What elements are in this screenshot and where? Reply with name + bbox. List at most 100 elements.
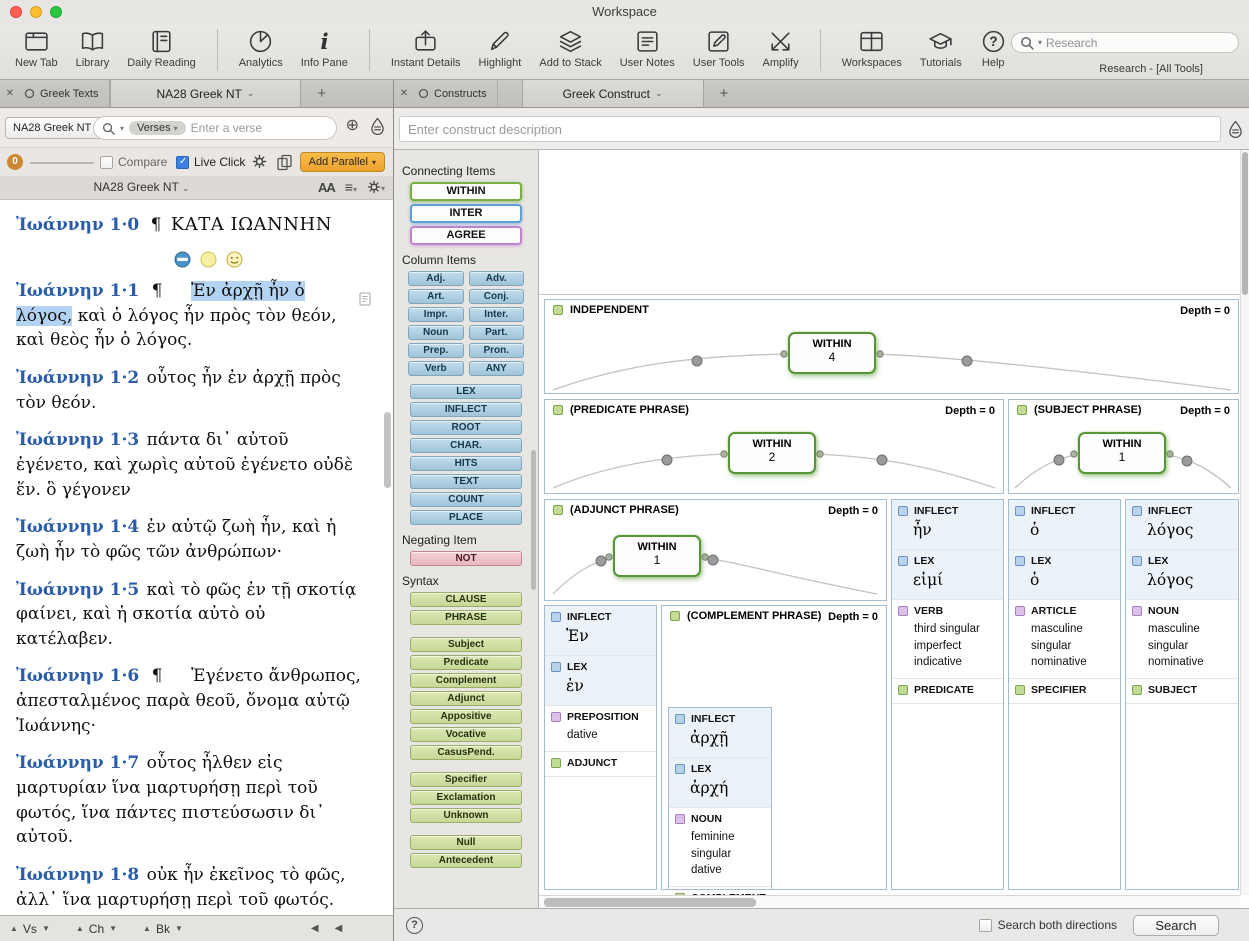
user-tools-button[interactable]: User Tools bbox=[684, 24, 754, 69]
pos-item-button[interactable]: ANY bbox=[469, 361, 525, 376]
pos-item-button[interactable]: Conj. bbox=[469, 289, 525, 304]
add-to-stack-button[interactable]: Add to Stack bbox=[530, 24, 610, 69]
pos-item-button[interactable]: Part. bbox=[469, 325, 525, 340]
add-tab-icon[interactable]: + bbox=[720, 85, 729, 102]
help-circle-icon[interactable]: ? bbox=[406, 917, 423, 934]
syntax-item-button[interactable]: Subject bbox=[410, 637, 522, 652]
canvas-vertical-scrollbar[interactable] bbox=[1240, 150, 1249, 895]
instant-details-button[interactable]: Instant Details bbox=[382, 24, 470, 69]
research-input[interactable] bbox=[1046, 36, 1230, 50]
within-item-button[interactable]: WITHIN bbox=[410, 182, 522, 201]
live-click-checkbox[interactable] bbox=[176, 156, 189, 169]
function-cell[interactable]: PREDICATE bbox=[892, 679, 1003, 704]
cross-reference-icon[interactable] bbox=[359, 292, 371, 306]
close-icon[interactable]: ✕ bbox=[394, 80, 414, 107]
search-both-directions-checkbox[interactable] bbox=[979, 919, 992, 932]
syntax-item-button[interactable]: Complement bbox=[410, 673, 522, 688]
highlight-button[interactable]: Highlight bbox=[470, 24, 531, 69]
pos-item-button[interactable]: Noun bbox=[408, 325, 464, 340]
adjunct-phrase-panel[interactable]: (ADJUNCT PHRASE) Depth = 0 WITHIN 1 bbox=[544, 499, 887, 601]
pos-cell[interactable]: ARTICLE masculine singular nominative bbox=[1009, 600, 1120, 679]
font-size-button[interactable]: AA bbox=[318, 180, 335, 195]
within-connector[interactable]: WITHIN 4 bbox=[788, 332, 876, 374]
function-cell[interactable]: SPECIFIER bbox=[1009, 679, 1120, 704]
syntax-item-button[interactable]: CLAUSE bbox=[410, 592, 522, 607]
syntax-item-button[interactable]: Exclamation bbox=[410, 790, 522, 805]
tab-na28-greek-nt[interactable]: NA28 Greek NT ⌄ bbox=[110, 80, 302, 107]
inflect-cell[interactable]: INFLECT λόγος bbox=[1126, 500, 1238, 550]
scrollbar-thumb[interactable] bbox=[1242, 152, 1248, 295]
tab-greek-construct[interactable]: Greek Construct ⌄ bbox=[522, 80, 704, 107]
pane-settings-button[interactable]: ▾ bbox=[367, 180, 385, 195]
subject-phrase-panel[interactable]: (SUBJECT PHRASE) Depth = 0 WITHIN 1 bbox=[1008, 399, 1239, 494]
inflect-cell[interactable]: INFLECT ἀρχῇ bbox=[669, 708, 771, 758]
verse-input[interactable] bbox=[191, 121, 328, 135]
pos-item-button[interactable]: Pron. bbox=[469, 343, 525, 358]
function-cell[interactable]: ADJUNCT bbox=[545, 752, 656, 777]
canvas-horizontal-scrollbar[interactable] bbox=[539, 895, 1240, 908]
user-notes-button[interactable]: User Notes bbox=[611, 24, 684, 69]
add-parallel-button[interactable]: Add Parallel ▾ bbox=[300, 152, 385, 172]
info-pane-button[interactable]: i Info Pane bbox=[292, 24, 357, 69]
independent-clause-panel[interactable]: INDEPENDENT Depth = 0 WITHIN 4 bbox=[544, 299, 1239, 394]
search-history-icon[interactable] bbox=[370, 117, 385, 135]
library-button[interactable]: Library bbox=[67, 24, 119, 69]
syntax-item-button[interactable]: Adjunct bbox=[410, 691, 522, 706]
pos-item-button[interactable]: Art. bbox=[408, 289, 464, 304]
lex-cell[interactable]: LEX εἰμί bbox=[892, 550, 1003, 600]
construct-description-input[interactable] bbox=[399, 116, 1221, 142]
palette-scrollbar-thumb[interactable] bbox=[531, 450, 536, 590]
smiley-icon[interactable] bbox=[226, 251, 243, 269]
lex-cell[interactable]: LEX ἀρχή bbox=[669, 758, 771, 808]
inter-item-button[interactable]: INTER bbox=[410, 204, 522, 223]
analytics-button[interactable]: Analytics bbox=[230, 24, 292, 69]
research-search-field[interactable]: ▾ bbox=[1011, 32, 1239, 53]
back-icon[interactable]: ◀ bbox=[311, 923, 319, 934]
syntax-item-button[interactable]: Predicate bbox=[410, 655, 522, 670]
lex-cell[interactable]: LEX ὁ bbox=[1009, 550, 1120, 600]
context-slider[interactable] bbox=[30, 162, 94, 164]
syntax-item-button[interactable]: Unknown bbox=[410, 808, 522, 823]
step-down-icon[interactable]: ▼ bbox=[109, 924, 117, 933]
syntax-item-button[interactable]: CasusPend. bbox=[410, 745, 522, 760]
parallel-panes-icon[interactable] bbox=[276, 154, 293, 171]
agree-item-button[interactable]: AGREE bbox=[410, 226, 522, 245]
scope-pill-verses[interactable]: Verses ▾ bbox=[129, 121, 186, 135]
search-history-icon[interactable] bbox=[1228, 120, 1243, 138]
within-connector[interactable]: WITHIN 1 bbox=[613, 535, 701, 577]
column-item-button[interactable]: COUNT bbox=[410, 492, 522, 507]
tutorials-button[interactable]: Tutorials bbox=[911, 24, 971, 69]
step-up-icon[interactable]: ▲ bbox=[143, 924, 151, 933]
syntax-item-button[interactable]: Specifier bbox=[410, 772, 522, 787]
yellow-circle-icon[interactable] bbox=[200, 251, 217, 269]
chevron-down-icon[interactable]: ▾ bbox=[120, 124, 124, 133]
pos-item-button[interactable]: Adv. bbox=[469, 271, 525, 286]
column-item-button[interactable]: LEX bbox=[410, 384, 522, 399]
module-selector-button[interactable]: NA28 Greek NT ▾ bbox=[5, 117, 107, 139]
new-tab-button[interactable]: New Tab bbox=[6, 24, 67, 69]
column-item-button[interactable]: HITS bbox=[410, 456, 522, 471]
not-item-button[interactable]: NOT bbox=[410, 551, 522, 566]
add-tab-icon[interactable]: + bbox=[317, 85, 326, 102]
daily-reading-button[interactable]: Daily Reading bbox=[118, 24, 204, 69]
step-up-icon[interactable]: ▲ bbox=[10, 924, 18, 933]
within-connector[interactable]: WITHIN 1 bbox=[1078, 432, 1166, 474]
search-button[interactable]: Search bbox=[1133, 915, 1219, 936]
within-connector[interactable]: WITHIN 2 bbox=[728, 432, 816, 474]
syntax-item-button[interactable]: Vocative bbox=[410, 727, 522, 742]
chevron-down-icon[interactable]: ▾ bbox=[1038, 38, 1042, 47]
inflect-cell[interactable]: INFLECT Ἐν bbox=[545, 606, 656, 656]
function-cell[interactable]: SUBJECT bbox=[1126, 679, 1238, 704]
pos-cell[interactable]: NOUN feminine singular dative bbox=[669, 808, 771, 887]
step-down-icon[interactable]: ▼ bbox=[175, 924, 183, 933]
text-scrollbar-thumb[interactable] bbox=[384, 412, 391, 488]
pos-item-button[interactable]: Prep. bbox=[408, 343, 464, 358]
lex-cell[interactable]: LEX ἐν bbox=[545, 656, 656, 706]
text-title-dropdown[interactable]: NA28 Greek NT ⌄ bbox=[0, 180, 283, 194]
pos-item-button[interactable]: Impr. bbox=[408, 307, 464, 322]
column-item-button[interactable]: INFLECT bbox=[410, 402, 522, 417]
pos-cell[interactable]: PREPOSITION dative bbox=[545, 706, 656, 752]
back-icon[interactable]: ◀ bbox=[335, 923, 343, 934]
add-search-icon[interactable]: ⊕ bbox=[346, 118, 359, 134]
syntax-item-button[interactable]: PHRASE bbox=[410, 610, 522, 625]
